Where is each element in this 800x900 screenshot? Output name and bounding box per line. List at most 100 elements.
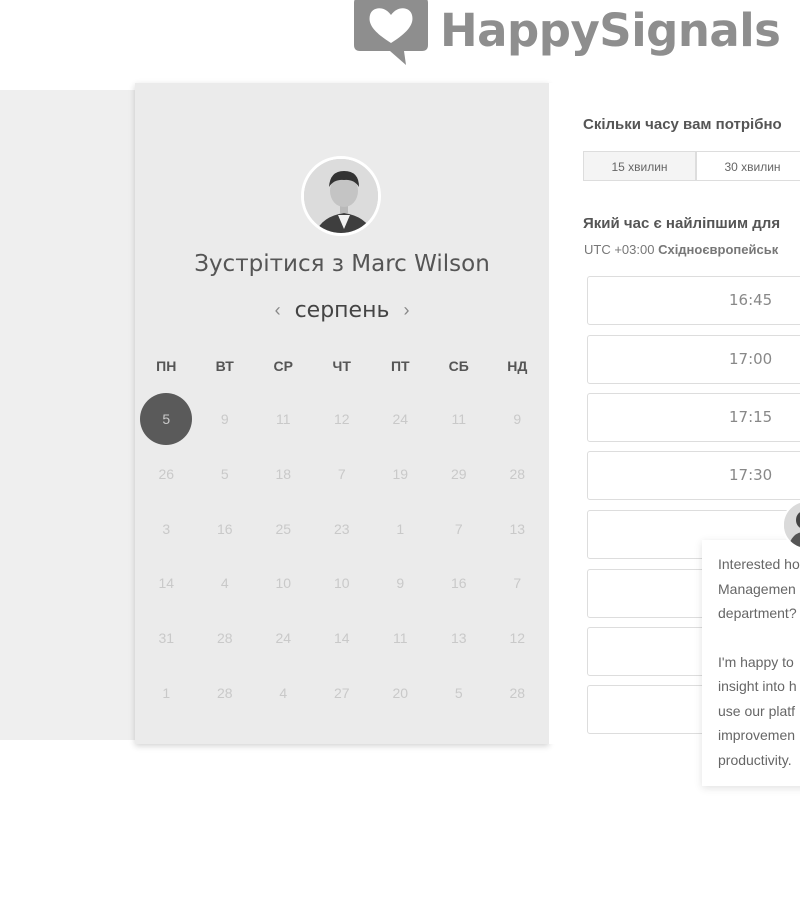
duration-selector: 15 хвилин 30 хвилин (583, 151, 800, 181)
calendar-day: 11 (254, 406, 313, 432)
time-slot[interactable]: 17:00 (587, 335, 800, 384)
calendar-day: 10 (313, 570, 372, 596)
weekday-label: ЧТ (332, 358, 351, 374)
calendar-day-number: 1 (162, 685, 171, 701)
calendar-week-row: 14 4 10 10 9 16 7 (137, 570, 547, 596)
calendar-day: 27 (313, 680, 372, 706)
weekday-label: ПН (156, 358, 177, 374)
timezone-offset: UTC +03:00 (584, 242, 655, 257)
calendar-day: 28 (196, 680, 255, 706)
calendar-day-number: 16 (216, 521, 233, 537)
calendar-day: 29 (430, 461, 489, 487)
calendar-day: 5 (196, 461, 255, 487)
happysignals-logo[interactable]: HappySignals (352, 0, 781, 68)
calendar-day-number: 4 (220, 575, 229, 591)
calendar-day: 20 (371, 680, 430, 706)
calendar-day: 4 (196, 570, 255, 596)
calendar-day-number: 12 (509, 630, 526, 646)
month-label: серпень (294, 298, 390, 323)
calendar-day: 9 (371, 570, 430, 596)
calendar-day: 5 (430, 680, 489, 706)
timezone-name: Східноєвропейськ (658, 242, 779, 257)
time-slot[interactable]: 17:15 (587, 393, 800, 442)
calendar-day-number: 20 (392, 685, 409, 701)
calendar-day: 24 (254, 625, 313, 651)
host-avatar (301, 156, 381, 236)
calendar-day-number: 9 (220, 411, 229, 427)
calendar-day: 10 (254, 570, 313, 596)
calendar-day: 14 (137, 570, 196, 596)
calendar-day[interactable]: 11 (430, 406, 489, 432)
time-slot[interactable]: 16:45 (587, 276, 800, 325)
calendar-day-number: 28 (216, 630, 233, 646)
calendar-day-number: 24 (275, 630, 292, 646)
scheduler-calendar-panel: Зустрітися з Marc Wilson ‹ серпень › ПН … (135, 83, 549, 744)
calendar-day-number: 19 (392, 466, 409, 482)
calendar-day-number: 27 (333, 685, 350, 701)
weekday-label: СР (273, 358, 293, 374)
duration-option-15[interactable]: 15 хвилин (583, 151, 696, 181)
calendar-day-number: 28 (216, 685, 233, 701)
chat-popup[interactable]: Interested ho Managemen department? I'm … (702, 540, 800, 786)
chevron-left-icon[interactable]: ‹ (275, 300, 281, 321)
calendar-day-number: 16 (450, 575, 467, 591)
calendar-day-number: 25 (275, 521, 292, 537)
calendar-day-number: 11 (392, 630, 408, 646)
calendar-day-number: 29 (450, 466, 467, 482)
chat-message: I'm happy to insight into h use our plat… (718, 653, 797, 768)
calendar-day: 23 (313, 516, 372, 542)
calendar-day: 25 (254, 516, 313, 542)
calendar-day: 7 (313, 461, 372, 487)
scheduler-title: Зустрітися з Marc Wilson (194, 251, 490, 277)
logo-text: HappySignals (440, 3, 781, 57)
time-question: Який час є найліпшим для (583, 215, 781, 232)
calendar-week-row: 31 28 24 14 11 13 12 (137, 625, 547, 651)
calendar-day-number: 7 (337, 466, 346, 482)
calendar-day-number: 12 (333, 411, 350, 427)
background-band (0, 90, 140, 740)
weekday-label: НД (507, 358, 528, 374)
calendar-day-number: 10 (333, 575, 350, 591)
calendar-day: 18 (254, 461, 313, 487)
heart-chat-icon (354, 0, 428, 65)
calendar-day-number: 31 (158, 630, 175, 646)
calendar-day: 1 (137, 680, 196, 706)
calendar-day[interactable]: 26 (137, 461, 196, 487)
calendar-day-number: 9 (396, 575, 405, 591)
calendar-day: 1 (371, 516, 430, 542)
calendar-day-number: 23 (333, 521, 350, 537)
calendar-day: 3 (137, 516, 196, 542)
calendar-day-number: 7 (513, 575, 522, 591)
time-slot[interactable]: 17:30 (587, 451, 800, 500)
calendar-day: 16 (430, 570, 489, 596)
calendar-week-row: 1 28 4 27 20 5 28 (137, 680, 547, 706)
calendar-day-number: 1 (396, 521, 405, 537)
calendar-week-row: 26 5 18 7 19 29 28 (137, 461, 547, 487)
chat-message: Interested ho Managemen department? (718, 556, 800, 621)
calendar-day-number: 10 (275, 575, 292, 591)
weekday-header: ПН ВТ СР ЧТ ПТ СБ НД (137, 358, 547, 374)
weekday-label: ВТ (215, 358, 234, 374)
chevron-right-icon[interactable]: › (403, 300, 409, 321)
calendar-day: 28 (488, 680, 547, 706)
calendar-day[interactable]: 5 (137, 393, 196, 445)
calendar-week-row: 3 16 25 23 1 7 13 (137, 516, 547, 542)
calendar-day-number: 28 (509, 685, 526, 701)
calendar-day: 9 (488, 406, 547, 432)
calendar-day-number: 13 (509, 521, 526, 537)
calendar-day-number: 3 (162, 521, 171, 537)
calendar-day-number: 14 (158, 575, 175, 591)
calendar-week-row: 5 9 11 12 24 11 9 (137, 393, 547, 445)
month-navigation: ‹ серпень › (135, 298, 549, 323)
duration-option-30[interactable]: 30 хвилин (696, 151, 800, 181)
calendar-day-number: 11 (451, 411, 467, 427)
calendar-day-number: 28 (509, 466, 526, 482)
calendar-day: 24 (371, 406, 430, 432)
calendar-day-number: 13 (450, 630, 467, 646)
person-photo-icon (304, 159, 378, 233)
timezone-label[interactable]: UTC +03:00 Східноєвропейськ (584, 242, 778, 257)
weekday-label: СБ (448, 358, 469, 374)
calendar-day-number: 26 (158, 466, 175, 482)
calendar-day-number: 24 (392, 411, 409, 427)
calendar-day: 7 (488, 570, 547, 596)
